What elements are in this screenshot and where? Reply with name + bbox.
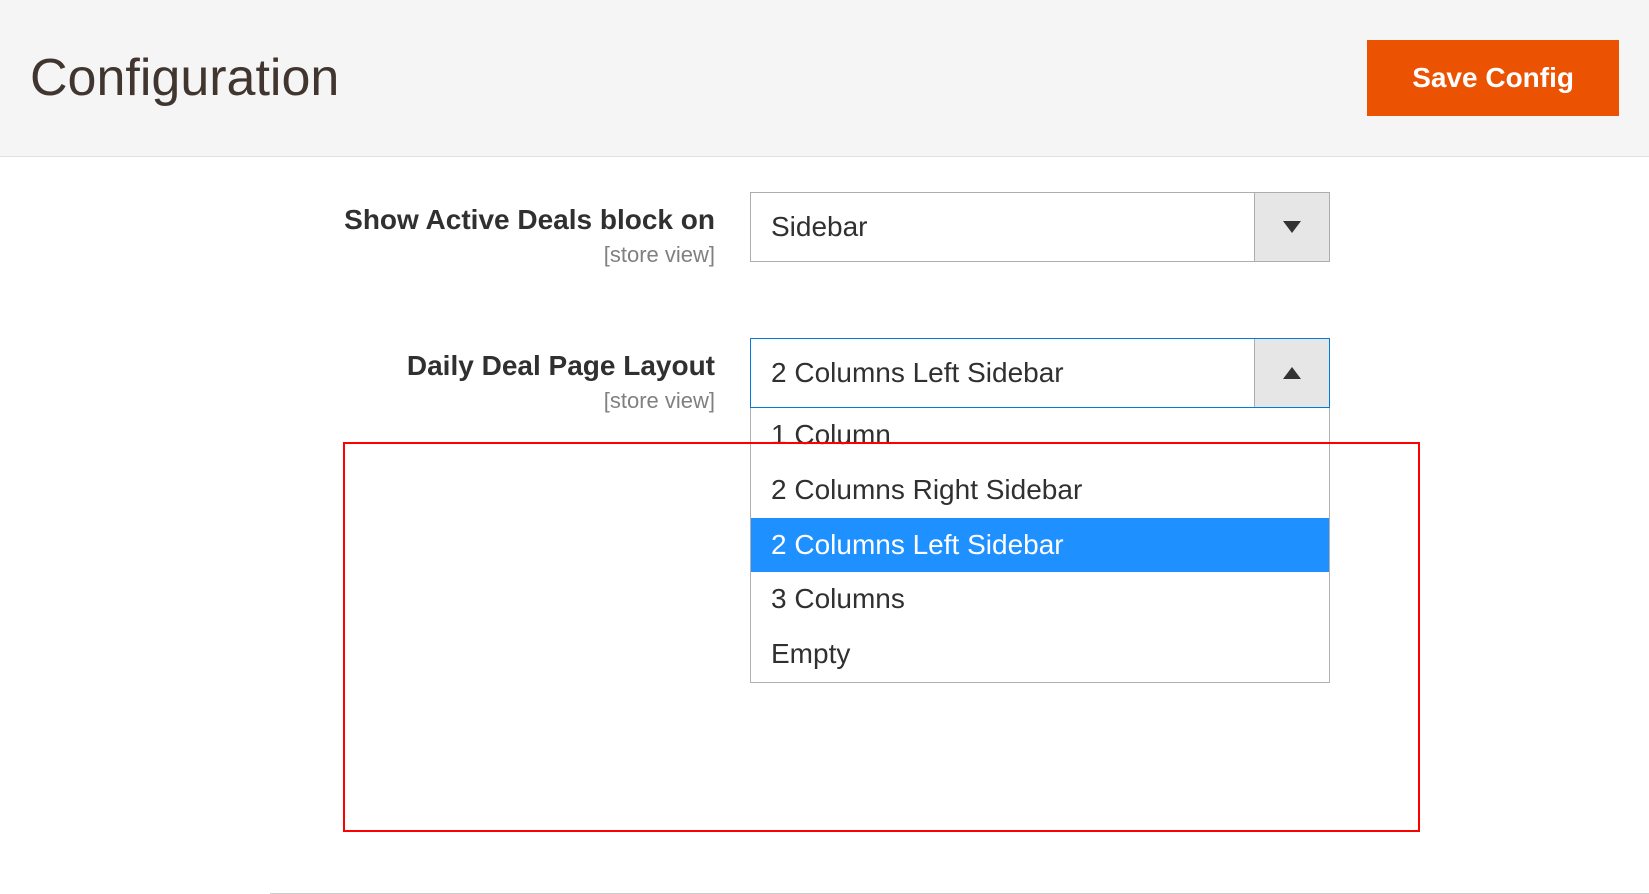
page-title: Configuration	[30, 48, 339, 108]
page-header: Configuration Save Config	[0, 0, 1649, 157]
chevron-up-icon	[1283, 367, 1301, 379]
dropdown-list: 1 Column 2 Columns Right Sidebar 2 Colum…	[750, 408, 1330, 683]
form-row-daily-deal-layout: Daily Deal Page Layout [store view] 2 Co…	[270, 323, 1649, 894]
select-value: 2 Columns Left Sidebar	[751, 357, 1084, 389]
chevron-down-icon	[1283, 221, 1301, 233]
dropdown-option-empty[interactable]: Empty	[751, 627, 1329, 682]
show-active-deals-select[interactable]: Sidebar	[750, 192, 1330, 262]
form-row-show-active-deals: Show Active Deals block on [store view] …	[270, 177, 1649, 283]
field-label-daily-deal-layout: Daily Deal Page Layout	[270, 350, 715, 382]
content-area: Show Active Deals block on [store view] …	[0, 157, 1649, 894]
input-column: 2 Columns Left Sidebar 1 Column 2 Column…	[750, 338, 1330, 683]
label-column: Daily Deal Page Layout [store view]	[270, 338, 750, 414]
select-arrow-button[interactable]	[1254, 339, 1329, 407]
scope-label: [store view]	[270, 242, 715, 268]
label-column: Show Active Deals block on [store view]	[270, 192, 750, 268]
save-config-button[interactable]: Save Config	[1367, 40, 1619, 116]
field-label-show-active-deals: Show Active Deals block on	[270, 204, 715, 236]
daily-deal-layout-select[interactable]: 2 Columns Left Sidebar	[750, 338, 1330, 408]
select-arrow-button[interactable]	[1254, 193, 1329, 261]
scope-label: [store view]	[270, 388, 715, 414]
dropdown-option-1-column[interactable]: 1 Column	[751, 408, 1329, 463]
dropdown-option-3-columns[interactable]: 3 Columns	[751, 572, 1329, 627]
dropdown-option-2-columns-left[interactable]: 2 Columns Left Sidebar	[751, 518, 1329, 573]
select-value: Sidebar	[751, 211, 888, 243]
dropdown-option-2-columns-right[interactable]: 2 Columns Right Sidebar	[751, 463, 1329, 518]
input-column: Sidebar	[750, 192, 1330, 262]
